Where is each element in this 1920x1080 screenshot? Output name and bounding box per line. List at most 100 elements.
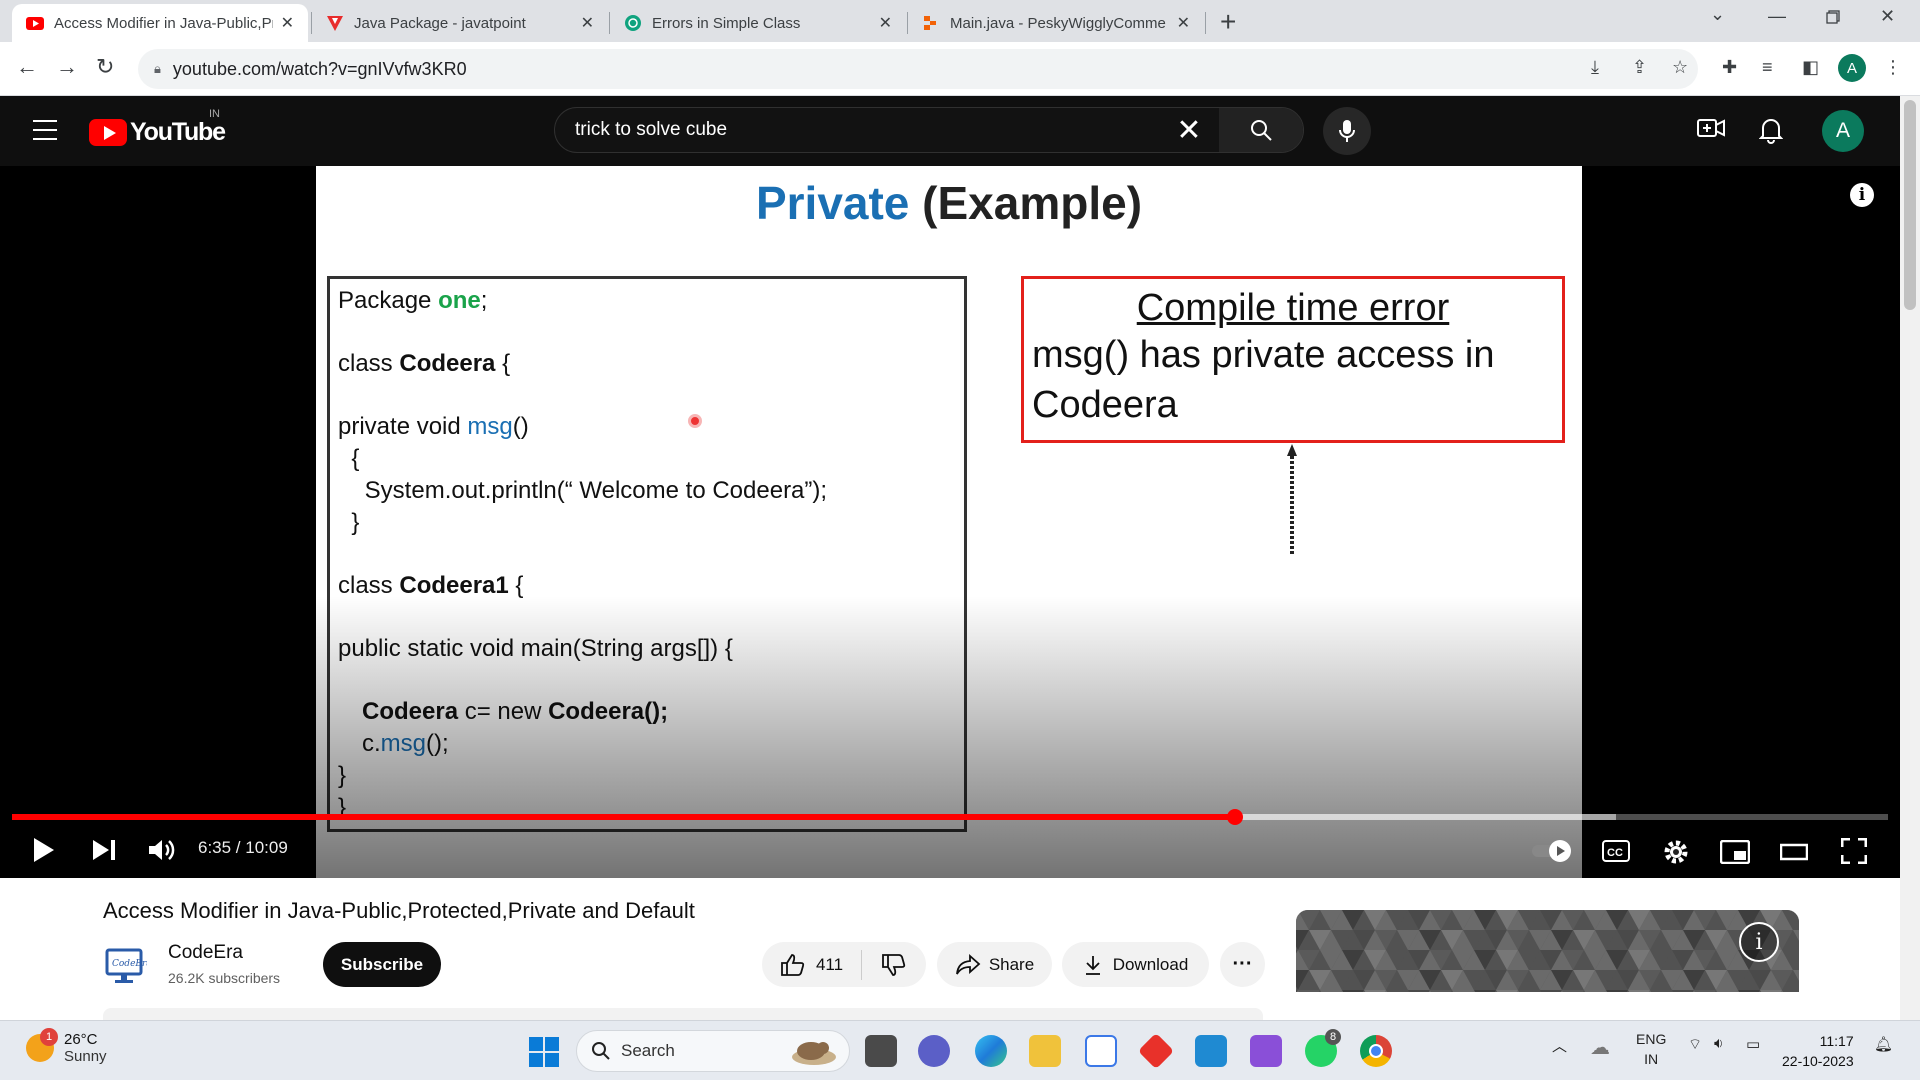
notifications-bell-icon[interactable] [1758,116,1784,149]
code-line: class Codeera { [338,350,511,377]
progress-bar[interactable] [12,809,1888,825]
tab-chatgpt[interactable]: Errors in Simple Class ✕ [610,4,906,42]
input-language[interactable]: ENG IN [1636,1029,1666,1069]
tab-replit[interactable]: Main.java - PeskyWigglyComme ✕ [908,4,1204,42]
play-button[interactable] [32,836,56,869]
error-message-box: Compile time error msg() has private acc… [1021,276,1565,443]
autoplay-toggle[interactable] [1530,839,1574,868]
youtube-play-logo-icon [89,119,127,146]
onedrive-cloud-icon[interactable]: ☁ [1590,1035,1610,1060]
speaker-icon[interactable]: 🔉︎ [1714,1035,1723,1052]
menu-kebab-icon[interactable]: ⋮ [1884,57,1902,78]
start-windows-icon[interactable] [529,1037,559,1067]
captions-icon[interactable]: CC [1602,840,1630,867]
next-icon [93,840,115,860]
share-button[interactable]: Share [937,942,1052,987]
settings-gear-icon[interactable] [1662,838,1690,871]
minimize-icon[interactable]: — [1768,6,1786,27]
install-app-icon[interactable]: ⤓ [1591,57,1599,78]
restore-icon[interactable] [1826,8,1840,29]
subscribe-button[interactable]: Subscribe [323,942,441,987]
like-button[interactable]: 411 [762,949,862,980]
new-tab-icon[interactable]: + [1220,6,1236,38]
miniplayer-icon[interactable] [1719,839,1751,869]
profile-avatar[interactable]: A [1838,54,1866,82]
voice-search-button[interactable] [1323,107,1371,155]
search-icon [1251,120,1272,141]
close-tab-icon[interactable]: ✕ [281,13,294,33]
notification-bell-icon[interactable]: 🔔︎ [1874,1035,1893,1053]
search-input[interactable]: trick to solve cube [555,119,1159,141]
search-button[interactable] [1219,108,1303,152]
system-clock[interactable]: 11:17 22-10-2023 [1782,1031,1854,1071]
media-queue-icon[interactable]: ≡ [1762,57,1773,78]
microsoft-store-icon[interactable] [1085,1035,1117,1067]
channel-avatar[interactable]: CodeEra [103,944,152,988]
clipchamp-icon[interactable] [1250,1035,1282,1067]
hamburger-menu-icon[interactable] [33,120,57,147]
ad-info-icon[interactable]: i [1739,922,1779,962]
more-actions-icon[interactable]: ··· [1220,942,1265,987]
tab-javatpoint[interactable]: Java Package - javatpoint ✕ [312,4,608,42]
show-hidden-icons-icon[interactable]: ︿ [1552,1035,1567,1056]
youtube-search-box: trick to solve cube ✕ [554,107,1304,153]
taskbar-search[interactable]: Search [576,1030,850,1072]
page-scrollbar[interactable] [1900,96,1920,1020]
download-button[interactable]: Download [1062,942,1209,987]
battery-icon[interactable]: ▭ [1746,1035,1760,1053]
whatsapp-icon[interactable]: 8 [1305,1029,1341,1067]
task-view-icon[interactable] [865,1035,897,1067]
side-panel-icon[interactable]: ◧ [1802,57,1819,78]
dislike-button[interactable] [862,953,926,977]
scrollbar-thumb[interactable] [1904,100,1916,310]
weather-widget[interactable]: 1 26°C Sunny [26,1028,107,1065]
comments-section-edge [103,1008,1263,1020]
time-display: 6:35 / 10:09 [198,838,288,857]
svg-text:CodeEra: CodeEra [112,959,147,969]
edge-browser-icon[interactable] [975,1035,1007,1067]
chrome-icon[interactable] [1360,1035,1392,1067]
clear-search-icon[interactable]: ✕ [1159,113,1219,148]
back-icon[interactable]: ← [16,54,38,80]
forward-icon[interactable]: → [56,54,78,80]
thumbnail-pattern [1296,910,1799,992]
code-line: Package one; [338,287,488,314]
browser-tab-strip: Access Modifier in Java-Public,Pr ✕ Java… [0,0,1920,42]
tab-youtube[interactable]: Access Modifier in Java-Public,Pr ✕ [12,4,308,42]
tab-search-chevron-icon[interactable]: ⌄ [1710,4,1725,25]
javatpoint-icon [326,14,344,32]
teams-chat-icon[interactable] [918,1035,950,1067]
git-app-icon[interactable] [1137,1032,1175,1070]
close-tab-icon[interactable]: ✕ [879,13,892,33]
youtube-logo[interactable]: YouTube IN [89,108,226,147]
close-tab-icon[interactable]: ✕ [581,13,594,33]
wifi-icon[interactable]: ⌔ [1688,1035,1702,1054]
fullscreen-icon[interactable] [1840,837,1868,869]
channel-name[interactable]: CodeEra [168,942,243,964]
volume-button[interactable] [147,836,175,869]
file-explorer-icon[interactable] [1029,1035,1061,1067]
like-dislike-group: 411 [762,942,926,987]
close-window-icon[interactable]: ✕ [1880,6,1895,27]
theater-mode-icon[interactable] [1779,842,1809,867]
svg-text:CC: CC [1607,847,1623,859]
close-tab-icon[interactable]: ✕ [1177,13,1190,33]
ad-thumbnail[interactable] [1296,910,1799,992]
mouse-cursor [688,414,702,428]
reload-icon[interactable]: ↻ [96,54,114,80]
thumbs-up-icon [781,953,805,976]
youtube-header: YouTube IN trick to solve cube ✕ A [0,96,1900,166]
account-avatar[interactable]: A [1822,110,1864,152]
bookmark-star-icon[interactable]: ☆ [1672,57,1688,78]
windows-taskbar: 1 26°C Sunny Search 8 ︿ ☁ ENG IN ⌔ 🔉︎ ▭ … [0,1020,1920,1080]
video-info-icon[interactable]: i [1850,183,1874,207]
vscode-icon[interactable] [1195,1035,1227,1067]
address-bar[interactable]: 🔒︎ youtube.com/watch?v=gnIVvfw3KR0 [138,49,1698,89]
share-page-icon[interactable]: ⇪ [1632,57,1647,78]
video-player[interactable]: Private (Example) Package one; class Cod… [0,166,1900,878]
create-video-icon[interactable] [1697,116,1725,145]
next-button[interactable] [91,836,117,869]
error-text: Codeera [1032,384,1178,426]
video-frame-slide: Private (Example) Package one; class Cod… [316,166,1582,878]
extensions-icon[interactable]: ✚ [1722,57,1737,78]
